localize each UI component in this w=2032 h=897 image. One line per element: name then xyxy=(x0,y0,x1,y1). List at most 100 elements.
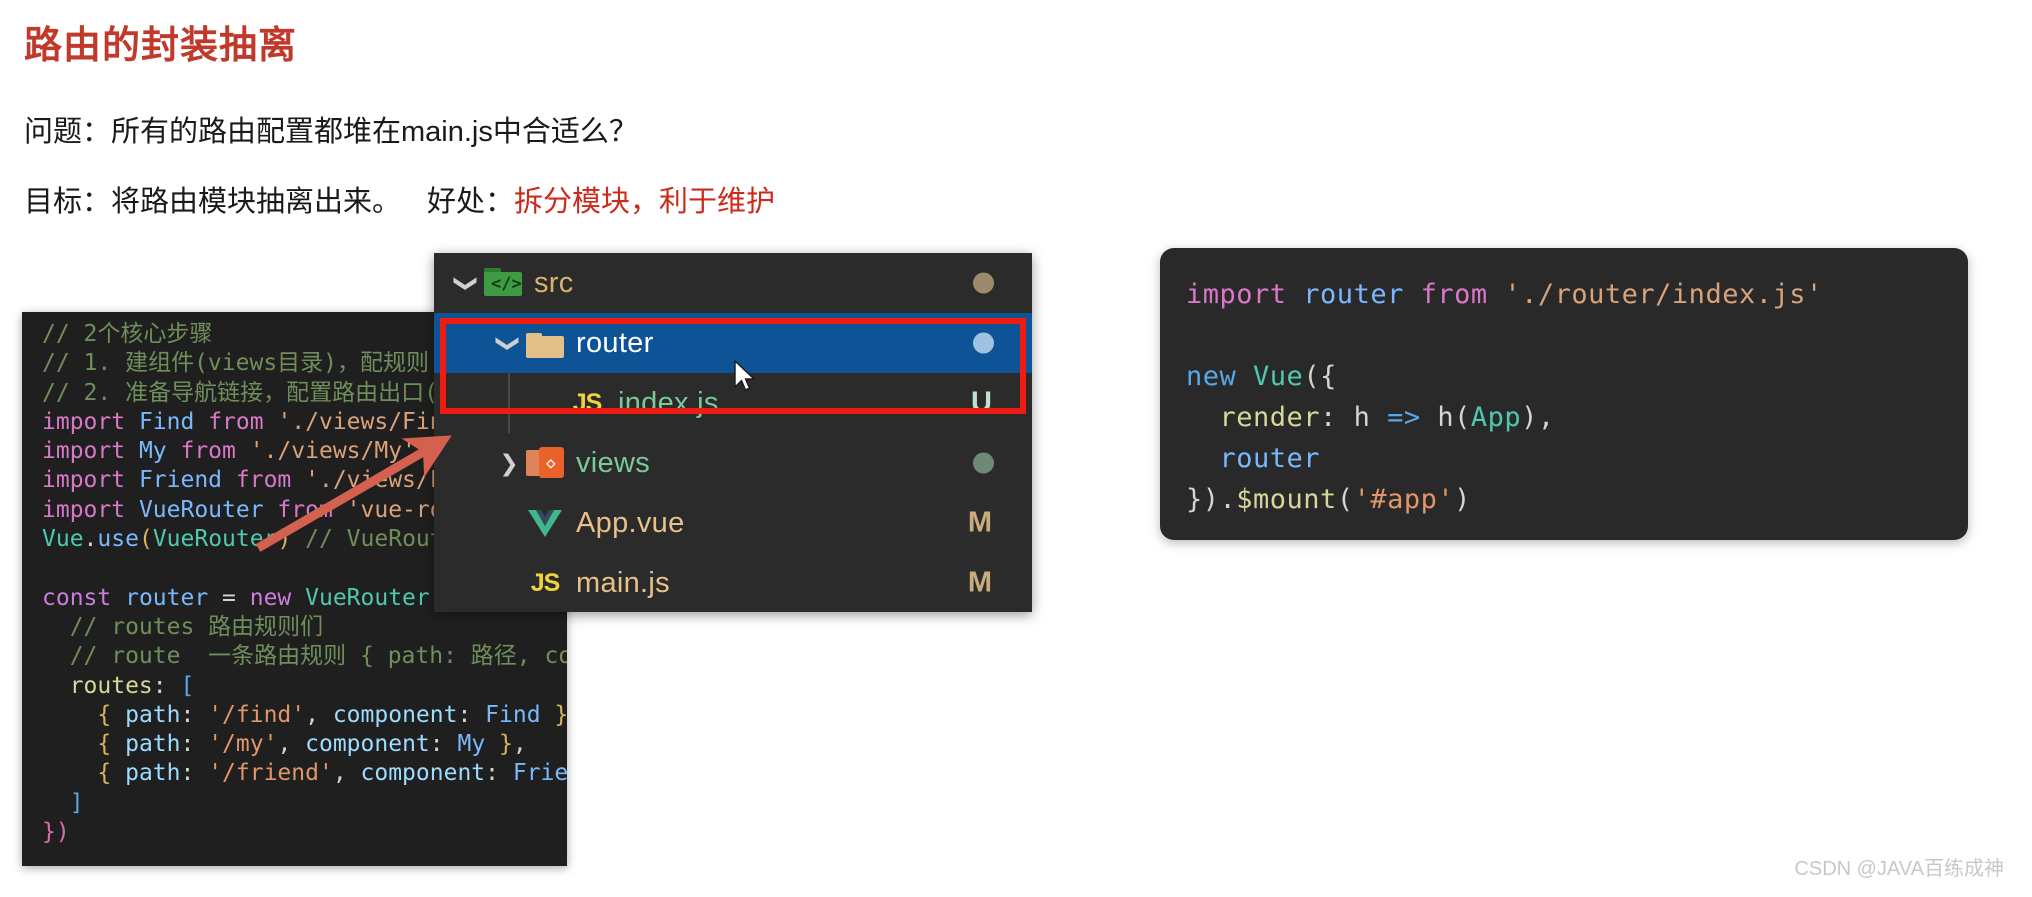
vcs-status-badge: U xyxy=(971,386,992,419)
code-token: path xyxy=(125,760,181,787)
code-token: from xyxy=(1420,279,1505,310)
file-tree-item-label: src xyxy=(534,266,574,299)
file-tree-item-src[interactable]: ❯ </> src xyxy=(434,253,1032,313)
code-token: import xyxy=(42,496,139,523)
vcs-status-badge: M xyxy=(967,566,992,599)
code-token: VueRouter xyxy=(152,526,278,553)
code-token: ), xyxy=(1521,402,1555,433)
code-token: Friend xyxy=(138,467,236,494)
code-token: = xyxy=(222,584,250,611)
code-token: , xyxy=(277,731,306,758)
file-tree-item-App-vue[interactable]: App.vue M xyxy=(434,493,1032,553)
chevron-right-icon[interactable]: ❯ xyxy=(494,451,524,475)
code-line: router xyxy=(1186,438,1968,479)
code-token: ({ xyxy=(1303,361,1337,392)
code-token: } xyxy=(554,701,567,728)
file-tree-item-label: main.js xyxy=(576,566,670,599)
code-token: from xyxy=(208,408,278,435)
code-token: '#app' xyxy=(1353,484,1455,515)
js-file-icon: JS xyxy=(530,568,561,597)
code-token: import xyxy=(42,467,139,494)
code-line: routes: [ xyxy=(42,672,567,701)
code-token: Vue xyxy=(1253,361,1304,392)
chevron-down-icon[interactable]: ❯ xyxy=(494,332,524,355)
code-token: new xyxy=(249,584,306,611)
router-import-code-panel: import router from './router/index.js' n… xyxy=(1160,248,1968,540)
code-token: { xyxy=(97,701,126,728)
code-token: component xyxy=(332,701,458,728)
folder-status-dot xyxy=(973,452,994,474)
code-token: : xyxy=(180,701,209,728)
page-title: 路由的封装抽离 xyxy=(24,25,298,67)
code-token: // 2个核心步骤 xyxy=(42,321,213,347)
code-token: VueRouter xyxy=(138,496,278,523)
code-token: , xyxy=(305,701,333,728)
code-line: { path: '/my', component: My }, xyxy=(42,730,567,759)
code-line: // route 一条路由规则 { path: 路径, compon xyxy=(42,642,567,671)
code-token: // route 一条路由规则 { path: 路径, compon xyxy=(69,643,567,670)
question-text: 所有的路由配置都堆在main.js中合适么？ xyxy=(111,116,638,148)
code-token: from xyxy=(277,496,347,523)
watermark: CSDN @JAVA百练成神 xyxy=(1794,858,2004,880)
code-token: Find xyxy=(485,701,555,728)
code-token: ) xyxy=(277,526,292,553)
goal-text: 将路由模块抽离出来。 xyxy=(111,186,402,218)
code-token: ] xyxy=(69,789,84,816)
code-token: : xyxy=(180,760,209,787)
code-token: My xyxy=(138,438,181,465)
code-token: '/find' xyxy=(208,701,306,728)
code-line: { path: '/find', component: Find }, xyxy=(42,701,567,730)
code-token: . xyxy=(1219,484,1237,515)
code-token: render xyxy=(1186,402,1321,433)
js-file-icon: JS xyxy=(572,388,603,417)
code-token: ) xyxy=(1454,484,1471,515)
code-token: h xyxy=(1353,402,1388,433)
code-token: ( xyxy=(1454,402,1471,433)
code-token: Vue xyxy=(42,526,84,553)
code-token: // 1. 建组件(views目录)，配规则 xyxy=(42,350,430,377)
code-token: path xyxy=(125,701,181,728)
vcs-status-badge: M xyxy=(967,506,992,539)
file-tree-item-label: index.js xyxy=(618,386,719,419)
code-token: ( xyxy=(1336,484,1354,515)
code-line: ] xyxy=(42,789,567,818)
code-line: { path: '/friend', component: Friend }, xyxy=(42,759,567,788)
code-token: router xyxy=(125,584,223,611)
code-token: , xyxy=(332,760,361,787)
code-token: './views/My' xyxy=(249,438,416,465)
folder-status-dot xyxy=(973,332,994,354)
code-line: // routes 路由规则们 xyxy=(42,613,567,642)
code-line: new Vue({ xyxy=(1186,356,1968,397)
chevron-down-icon[interactable]: ❯ xyxy=(452,272,482,295)
project-file-tree[interactable]: ❯ </> src ❯ router JS index.js U ❯ ◇ views App.vue M… xyxy=(434,253,1032,612)
folder-status-dot xyxy=(973,272,994,294)
code-token: // routes 路由规则们 xyxy=(42,613,324,640)
code-token: import xyxy=(1186,279,1304,310)
green-code-folder-icon: </> xyxy=(482,266,524,300)
benefit-label: 好处： xyxy=(427,186,515,218)
code-token: router xyxy=(1303,279,1421,310)
code-token: from xyxy=(180,438,250,465)
benefit-text: 拆分模块，利于维护 xyxy=(514,186,776,218)
goal-label: 目标： xyxy=(24,186,112,218)
code-token: : xyxy=(457,701,486,728)
tan-folder-icon xyxy=(524,326,566,360)
mouse-cursor-icon xyxy=(734,360,755,391)
code-line: import router from './router/index.js' xyxy=(1186,274,1968,315)
code-token: use xyxy=(97,526,139,553)
tree-guide-line xyxy=(508,373,510,433)
code-token: './router/index.js' xyxy=(1504,279,1823,310)
file-tree-item-main-js[interactable]: JS main.js M xyxy=(434,553,1032,612)
code-token: router xyxy=(1186,443,1321,474)
code-token: My xyxy=(457,731,500,758)
code-token: : xyxy=(485,760,513,787)
question-line: 问题：所有的路由配置都堆在main.js中合适么？ xyxy=(24,108,638,150)
code-token: path xyxy=(125,731,181,758)
code-token: : xyxy=(429,731,458,758)
code-token: }) xyxy=(42,819,70,846)
code-token: // 2. 准备导航链接，配置路由出口(匹配 xyxy=(42,379,484,406)
code-token: [ xyxy=(180,672,195,699)
file-tree-item-views[interactable]: ❯ ◇ views xyxy=(434,433,1032,493)
